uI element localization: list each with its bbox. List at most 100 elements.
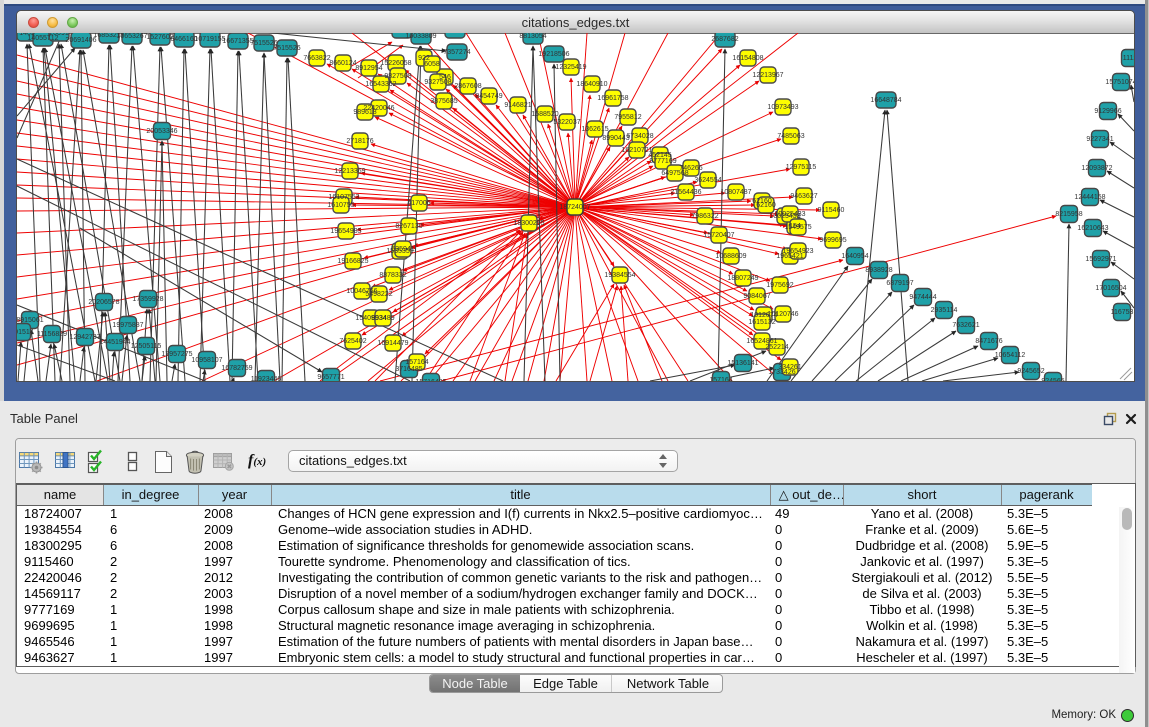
svg-text:10025433: 10025433 bbox=[774, 211, 805, 218]
svg-text:20206578: 20206578 bbox=[88, 299, 119, 306]
svg-text:9777169: 9777169 bbox=[649, 158, 676, 165]
svg-text:8215958: 8215958 bbox=[1055, 211, 1082, 218]
svg-text:3624554: 3624554 bbox=[694, 177, 721, 184]
svg-text:20691406: 20691406 bbox=[65, 37, 96, 44]
svg-text:7986322: 7986322 bbox=[691, 213, 718, 220]
svg-text:10807487: 10807487 bbox=[720, 189, 751, 196]
svg-text:9699695: 9699695 bbox=[819, 237, 846, 244]
svg-text:16914479: 16914479 bbox=[377, 340, 408, 347]
svg-text:21564436: 21564436 bbox=[670, 189, 701, 196]
svg-text:334261: 334261 bbox=[778, 364, 801, 371]
svg-text:157164: 157164 bbox=[405, 359, 428, 366]
svg-text:417006: 417006 bbox=[407, 200, 430, 207]
svg-text:9084067: 9084067 bbox=[743, 293, 770, 300]
svg-text:5322037: 5322037 bbox=[553, 119, 580, 126]
svg-text:746266: 746266 bbox=[679, 165, 702, 172]
svg-text:19384554: 19384554 bbox=[604, 272, 635, 279]
svg-text:19218506: 19218506 bbox=[538, 51, 569, 58]
svg-text:989618: 989618 bbox=[353, 109, 376, 116]
svg-text:10688609: 10688609 bbox=[715, 253, 746, 260]
svg-text:18724007: 18724007 bbox=[559, 204, 590, 211]
svg-text:16210643: 16210643 bbox=[1077, 225, 1108, 232]
svg-text:16033809: 16033809 bbox=[405, 33, 436, 40]
svg-text:12325419: 12325419 bbox=[555, 64, 586, 71]
svg-text:8267130: 8267130 bbox=[395, 223, 422, 230]
svg-text:7515526: 7515526 bbox=[273, 45, 300, 52]
svg-text:7625402: 7625402 bbox=[339, 338, 366, 345]
svg-text:252214: 252214 bbox=[765, 344, 788, 351]
svg-text:8878332: 8878332 bbox=[379, 272, 406, 279]
svg-text:1362615: 1362615 bbox=[581, 126, 608, 133]
svg-text:15136141: 15136141 bbox=[727, 360, 758, 367]
svg-text:19166825: 19166825 bbox=[337, 258, 368, 265]
svg-text:1640954: 1640954 bbox=[841, 253, 868, 260]
svg-text:17957275: 17957275 bbox=[161, 351, 192, 358]
svg-text:893489: 893489 bbox=[371, 315, 394, 322]
svg-text:9146821: 9146821 bbox=[504, 102, 531, 109]
svg-text:10654112: 10654112 bbox=[995, 352, 1026, 359]
svg-text:9474444: 9474444 bbox=[909, 294, 936, 301]
svg-text:7357274: 7357274 bbox=[443, 49, 470, 56]
svg-text:62160: 62160 bbox=[756, 202, 776, 209]
svg-text:17016504: 17016504 bbox=[1095, 285, 1126, 292]
svg-text:9827508: 9827508 bbox=[384, 73, 411, 80]
svg-text:11923446: 11923446 bbox=[251, 376, 282, 381]
svg-text:10973493: 10973493 bbox=[767, 104, 798, 111]
svg-text:1549575: 1549575 bbox=[784, 224, 811, 231]
svg-text:7632621: 7632621 bbox=[952, 322, 979, 329]
svg-text:8454749: 8454749 bbox=[475, 93, 502, 100]
svg-text:19654923: 19654923 bbox=[782, 248, 813, 255]
svg-text:157164: 157164 bbox=[709, 377, 732, 381]
svg-text:6734028: 6734028 bbox=[626, 133, 653, 140]
svg-text:7955812: 7955812 bbox=[614, 114, 641, 121]
svg-text:3875685: 3875685 bbox=[430, 98, 457, 105]
svg-text:1588520: 1588520 bbox=[531, 111, 558, 118]
svg-text:18807249: 18807249 bbox=[727, 275, 758, 282]
svg-text:7663822: 7663822 bbox=[303, 55, 330, 62]
svg-text:12975115: 12975115 bbox=[786, 164, 817, 171]
svg-text:8813054: 8813054 bbox=[519, 33, 546, 40]
svg-text:16782759: 16782759 bbox=[221, 365, 252, 372]
svg-text:16543362: 16543362 bbox=[365, 81, 396, 88]
svg-text:3716485: 3716485 bbox=[395, 366, 422, 373]
svg-text:1610755: 1610755 bbox=[327, 202, 354, 209]
svg-text:10653267: 10653267 bbox=[116, 33, 147, 40]
svg-text:15716485: 15716485 bbox=[415, 379, 446, 381]
svg-text:12505115: 12505115 bbox=[131, 343, 162, 350]
svg-text:12213369: 12213369 bbox=[334, 168, 365, 175]
svg-text:15226058: 15226058 bbox=[380, 60, 411, 67]
svg-text:18300295: 18300295 bbox=[513, 220, 544, 227]
svg-text:9245652: 9245652 bbox=[1017, 368, 1044, 375]
svg-text:1012074: 1012074 bbox=[750, 312, 777, 319]
svg-text:9115460: 9115460 bbox=[818, 207, 845, 214]
svg-text:10958107: 10958107 bbox=[191, 357, 222, 364]
svg-text:12444158: 12444158 bbox=[1074, 194, 1105, 201]
svg-text:8938928: 8938928 bbox=[865, 267, 892, 274]
svg-text:11156829: 11156829 bbox=[37, 331, 67, 338]
svg-text:19654985: 19654985 bbox=[330, 228, 361, 235]
svg-text:924565: 924565 bbox=[1041, 378, 1064, 381]
svg-text:16648784: 16648784 bbox=[870, 97, 901, 104]
svg-text:391514: 391514 bbox=[17, 329, 34, 336]
svg-text:9463627: 9463627 bbox=[790, 193, 817, 200]
svg-text:9129966: 9129966 bbox=[1094, 108, 1121, 115]
svg-text:116753: 116753 bbox=[1111, 309, 1134, 316]
svg-text:19975887: 19975887 bbox=[112, 322, 143, 329]
svg-text:8912954: 8912954 bbox=[355, 65, 382, 72]
svg-text:17359928: 17359928 bbox=[132, 296, 163, 303]
svg-text:7485063: 7485063 bbox=[777, 133, 804, 140]
svg-text:6879197: 6879197 bbox=[886, 280, 913, 287]
svg-text:1615132: 1615132 bbox=[748, 319, 775, 326]
svg-text:14451944: 14451944 bbox=[99, 339, 130, 346]
svg-text:6058: 6058 bbox=[424, 61, 440, 68]
svg-text:16671355: 16671355 bbox=[222, 38, 253, 45]
svg-text:9327508: 9327508 bbox=[424, 79, 451, 86]
svg-text:10719155: 10719155 bbox=[194, 36, 225, 43]
svg-text:1112: 1112 bbox=[1123, 55, 1134, 62]
svg-text:16154808: 16154808 bbox=[732, 55, 763, 62]
svg-text:16107553: 16107553 bbox=[328, 194, 359, 201]
svg-text:20053346: 20053346 bbox=[146, 128, 177, 135]
svg-text:12942737: 12942737 bbox=[69, 334, 100, 341]
svg-text:2935114: 2935114 bbox=[931, 307, 958, 314]
svg-text:2687682: 2687682 bbox=[711, 36, 738, 43]
